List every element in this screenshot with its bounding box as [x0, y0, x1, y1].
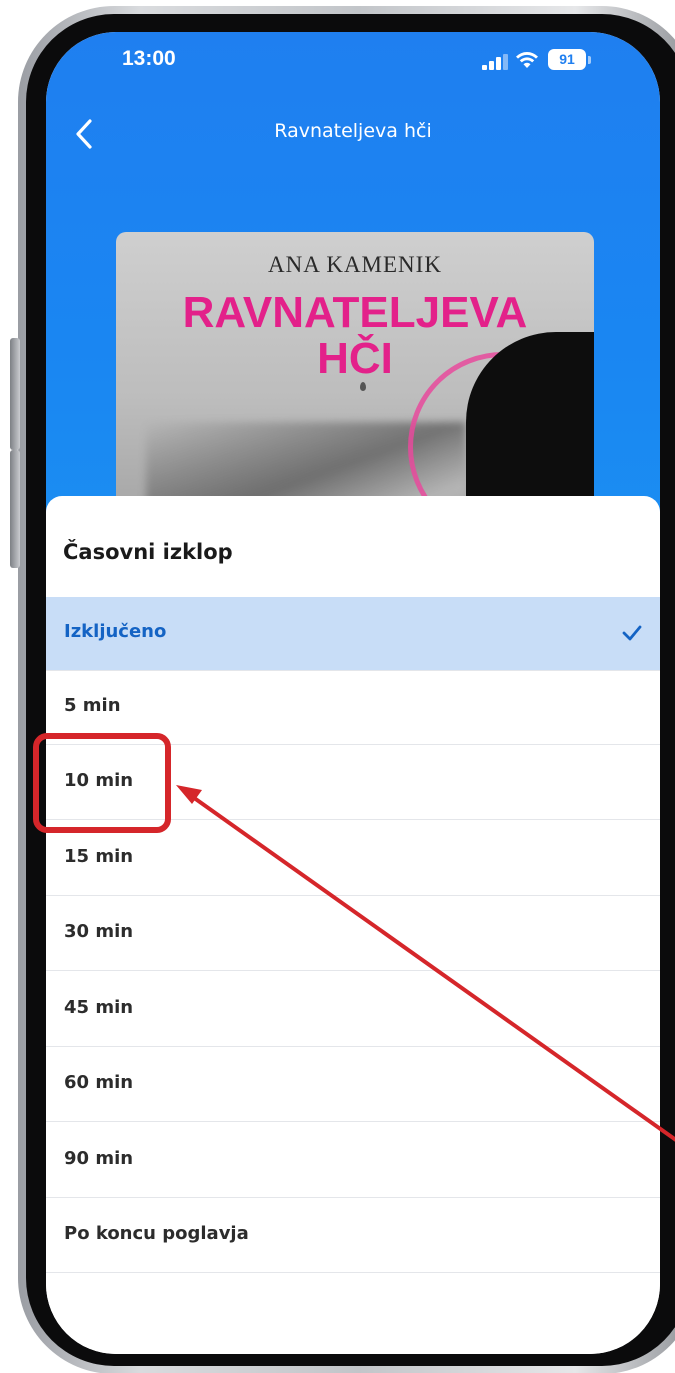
option-end-of-chapter[interactable]: Po koncu poglavja — [46, 1199, 660, 1273]
wifi-icon — [516, 52, 538, 68]
cover-drop-decoration — [360, 382, 366, 391]
player-header: 13:00 91 Ravnateljeva hči ANA KAMENIK RA… — [46, 32, 660, 562]
sleep-timer-sheet: Časovni izklop Izključeno 5 min 10 min 1… — [46, 496, 660, 1354]
option-15-min[interactable]: 15 min — [46, 822, 660, 896]
status-time: 13:00 — [122, 47, 176, 70]
option-label: 60 min — [64, 1072, 134, 1093]
phone-screen: 13:00 91 Ravnateljeva hči ANA KAMENIK RA… — [46, 32, 660, 1354]
cover-title-line1: RAVNATELJEVA — [182, 288, 528, 337]
option-label: Izključeno — [64, 621, 167, 642]
signal-icon — [482, 54, 508, 70]
book-title: Ravnateljeva hči — [274, 120, 432, 142]
sheet-title: Časovni izklop — [63, 540, 233, 564]
checkmark-icon — [622, 625, 642, 641]
option-30-min[interactable]: 30 min — [46, 897, 660, 971]
battery-tip — [588, 56, 591, 64]
option-label: Po koncu poglavja — [64, 1223, 249, 1244]
volume-up-button — [10, 338, 20, 450]
battery-icon: 91 — [548, 49, 586, 70]
option-label: 30 min — [64, 921, 134, 942]
option-label: 5 min — [64, 695, 121, 716]
option-label: 90 min — [64, 1148, 134, 1169]
screenshot-stage: 13:00 91 Ravnateljeva hči ANA KAMENIK RA… — [0, 0, 675, 1373]
cover-author: ANA KAMENIK — [268, 252, 442, 277]
annotation-highlight-box — [33, 733, 171, 833]
option-off[interactable]: Izključeno — [46, 597, 660, 671]
option-60-min[interactable]: 60 min — [46, 1048, 660, 1122]
option-label: 45 min — [64, 997, 134, 1018]
volume-down-button — [10, 450, 20, 568]
cover-title-line2: HČI — [317, 334, 393, 383]
status-bar: 13:00 91 — [46, 32, 660, 92]
option-45-min[interactable]: 45 min — [46, 973, 660, 1047]
option-label: 15 min — [64, 846, 134, 867]
option-90-min[interactable]: 90 min — [46, 1124, 660, 1198]
cover-title: RAVNATELJEVA HČI — [116, 290, 594, 382]
